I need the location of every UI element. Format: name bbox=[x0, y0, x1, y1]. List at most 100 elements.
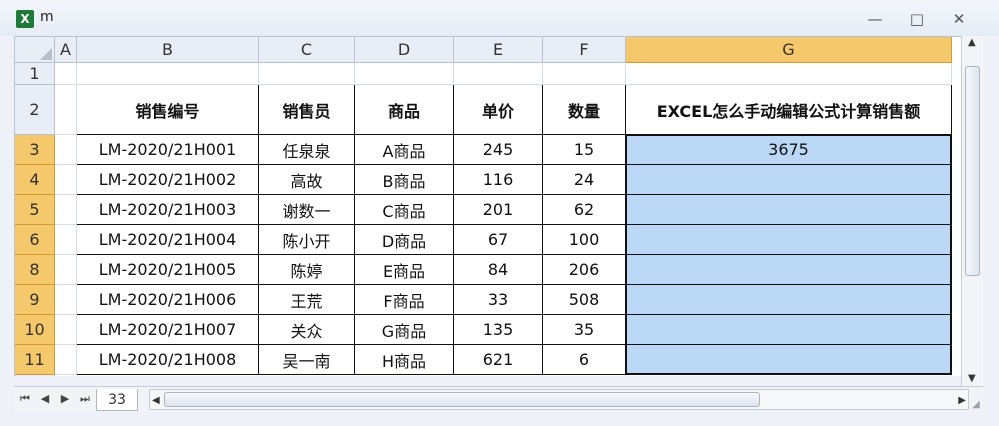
table-header-cell[interactable]: EXCEL怎么手动编辑公式计算销售额 bbox=[626, 85, 952, 135]
horizontal-scrollbar[interactable]: ◀ ▶ bbox=[149, 389, 969, 410]
table-cell[interactable]: 吴一南 bbox=[259, 345, 355, 375]
grid-cell[interactable] bbox=[77, 375, 259, 376]
last-sheet-icon[interactable]: ⏭ bbox=[78, 392, 92, 406]
table-cell[interactable]: 关众 bbox=[259, 315, 355, 345]
grid-cell[interactable] bbox=[55, 285, 77, 315]
grid-cell[interactable] bbox=[55, 195, 77, 225]
table-cell[interactable]: F商品 bbox=[355, 285, 454, 315]
grid-cell[interactable] bbox=[259, 375, 355, 376]
column-header-a[interactable]: A bbox=[55, 37, 77, 63]
table-cell[interactable]: 67 bbox=[454, 225, 543, 255]
row-header-10[interactable]: 10 bbox=[15, 315, 55, 345]
table-cell[interactable]: 35 bbox=[543, 315, 626, 345]
table-cell[interactable]: 135 bbox=[454, 315, 543, 345]
next-sheet-icon[interactable]: ▶ bbox=[58, 392, 72, 406]
table-cell[interactable]: 6 bbox=[543, 345, 626, 375]
table-cell[interactable]: 15 bbox=[543, 135, 626, 165]
row-header-3[interactable]: 3 bbox=[15, 135, 55, 165]
scroll-up-icon[interactable]: ▲ bbox=[968, 37, 976, 48]
select-all-corner[interactable] bbox=[15, 37, 55, 63]
table-cell[interactable]: 245 bbox=[454, 135, 543, 165]
grid-cell[interactable] bbox=[355, 375, 454, 376]
row-header-1[interactable]: 1 bbox=[15, 63, 55, 85]
table-header-cell[interactable]: 销售员 bbox=[259, 85, 355, 135]
close-button[interactable]: ✕ bbox=[946, 8, 972, 30]
resize-grip-icon[interactable]: ◢ bbox=[969, 398, 983, 412]
grid-cell[interactable] bbox=[55, 375, 77, 376]
table-cell[interactable]: LM-2020/21H005 bbox=[77, 255, 259, 285]
grid-cell[interactable] bbox=[55, 85, 77, 135]
table-cell[interactable] bbox=[626, 345, 952, 375]
grid-cell[interactable] bbox=[55, 63, 77, 85]
table-cell[interactable]: LM-2020/21H001 bbox=[77, 135, 259, 165]
table-cell[interactable]: LM-2020/21H007 bbox=[77, 315, 259, 345]
column-header-b[interactable]: B bbox=[77, 37, 259, 63]
table-cell[interactable]: LM-2020/21H006 bbox=[77, 285, 259, 315]
sheet-tab[interactable]: 33 bbox=[96, 389, 138, 411]
table-cell[interactable]: 高故 bbox=[259, 165, 355, 195]
table-header-cell[interactable]: 销售编号 bbox=[77, 85, 259, 135]
grid-cell[interactable] bbox=[55, 165, 77, 195]
table-cell[interactable]: 508 bbox=[543, 285, 626, 315]
table-cell[interactable]: 116 bbox=[454, 165, 543, 195]
table-cell[interactable]: 谢数一 bbox=[259, 195, 355, 225]
table-cell[interactable]: 王荒 bbox=[259, 285, 355, 315]
table-cell[interactable]: E商品 bbox=[355, 255, 454, 285]
vertical-scroll-thumb[interactable] bbox=[965, 66, 980, 276]
table-cell[interactable]: LM-2020/21H003 bbox=[77, 195, 259, 225]
table-cell[interactable]: 100 bbox=[543, 225, 626, 255]
table-cell[interactable]: 3675 bbox=[626, 135, 952, 165]
row-header-5[interactable]: 5 bbox=[15, 195, 55, 225]
table-cell[interactable]: B商品 bbox=[355, 165, 454, 195]
table-cell[interactable] bbox=[626, 285, 952, 315]
row-header-6[interactable]: 6 bbox=[15, 225, 55, 255]
table-cell[interactable]: 62 bbox=[543, 195, 626, 225]
table-cell[interactable]: 24 bbox=[543, 165, 626, 195]
grid-cell[interactable] bbox=[626, 63, 952, 85]
column-header-c[interactable]: C bbox=[259, 37, 355, 63]
table-cell[interactable] bbox=[626, 225, 952, 255]
horizontal-scroll-thumb[interactable] bbox=[164, 392, 760, 407]
restore-button[interactable]: □ bbox=[904, 8, 930, 30]
row-header-11[interactable]: 11 bbox=[15, 345, 55, 375]
first-sheet-icon[interactable]: ⏮ bbox=[18, 392, 32, 406]
grid-cell[interactable] bbox=[543, 375, 626, 376]
table-cell[interactable]: 陈婷 bbox=[259, 255, 355, 285]
table-cell[interactable]: A商品 bbox=[355, 135, 454, 165]
grid-cell[interactable] bbox=[55, 135, 77, 165]
table-cell[interactable]: 621 bbox=[454, 345, 543, 375]
table-cell[interactable]: LM-2020/21H008 bbox=[77, 345, 259, 375]
row-header-2[interactable]: 2 bbox=[15, 85, 55, 135]
column-header-g[interactable]: G bbox=[626, 37, 952, 63]
previous-sheet-icon[interactable]: ◀ bbox=[38, 392, 52, 406]
minimize-button[interactable]: — bbox=[862, 8, 888, 30]
table-cell[interactable]: LM-2020/21H004 bbox=[77, 225, 259, 255]
row-header-12[interactable]: 12 bbox=[15, 374, 55, 376]
grid-cell[interactable] bbox=[55, 345, 77, 375]
row-header-4[interactable]: 4 bbox=[15, 165, 55, 195]
grid-cell[interactable] bbox=[626, 375, 952, 376]
table-cell[interactable]: D商品 bbox=[355, 225, 454, 255]
scroll-left-icon[interactable]: ◀ bbox=[152, 395, 160, 406]
grid-cell[interactable] bbox=[543, 63, 626, 85]
table-cell[interactable]: G商品 bbox=[355, 315, 454, 345]
table-cell[interactable]: 陈小开 bbox=[259, 225, 355, 255]
table-cell[interactable] bbox=[626, 255, 952, 285]
table-header-cell[interactable]: 商品 bbox=[355, 85, 454, 135]
row-header-9[interactable]: 9 bbox=[15, 285, 55, 315]
grid-cell[interactable] bbox=[55, 225, 77, 255]
table-cell[interactable]: H商品 bbox=[355, 345, 454, 375]
grid-cell[interactable] bbox=[355, 63, 454, 85]
table-cell[interactable]: 33 bbox=[454, 285, 543, 315]
scroll-down-icon[interactable]: ▼ bbox=[968, 373, 976, 384]
table-cell[interactable]: 206 bbox=[543, 255, 626, 285]
table-cell[interactable] bbox=[626, 315, 952, 345]
table-cell[interactable]: 任泉泉 bbox=[259, 135, 355, 165]
grid-cell[interactable] bbox=[259, 63, 355, 85]
table-cell[interactable] bbox=[626, 165, 952, 195]
grid-cell[interactable] bbox=[55, 315, 77, 345]
grid-cell[interactable] bbox=[77, 63, 259, 85]
table-cell[interactable]: 84 bbox=[454, 255, 543, 285]
column-header-e[interactable]: E bbox=[454, 37, 543, 63]
scroll-right-icon[interactable]: ▶ bbox=[958, 395, 966, 406]
